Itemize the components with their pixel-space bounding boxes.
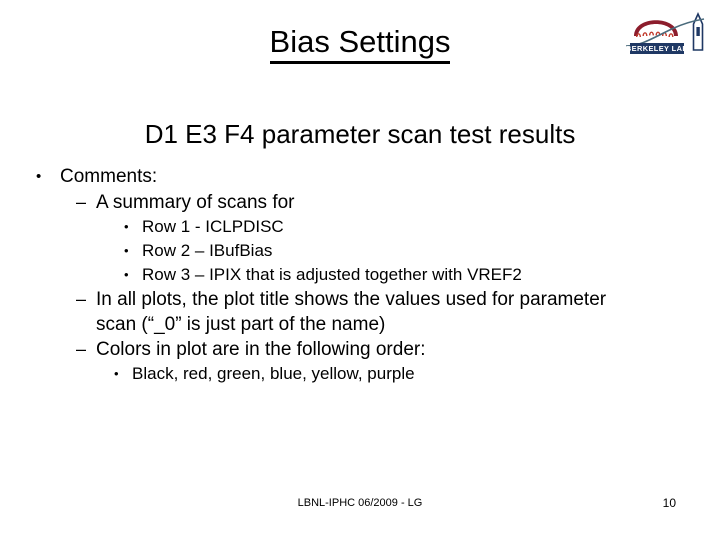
page-number: 10 bbox=[662, 496, 676, 510]
bullet-row3-label: Row 3 – IPIX that is adjusted together w… bbox=[142, 265, 522, 284]
bullet-dash-icon: – bbox=[76, 192, 87, 212]
bullet-row3: • Row 3 – IPIX that is adjusted together… bbox=[0, 263, 700, 287]
bullet-disc-icon: • bbox=[36, 168, 42, 185]
bullet-colors: – Colors in plot are in the following or… bbox=[0, 337, 700, 362]
bullet-list: • Comments: – A summary of scans for • R… bbox=[0, 164, 700, 386]
bullet-row2-label: Row 2 – IBufBias bbox=[142, 241, 273, 260]
bullet-comments-label: Comments: bbox=[60, 166, 158, 187]
bullet-disc-icon: • bbox=[124, 219, 129, 234]
bullet-row2: • Row 2 – IBufBias bbox=[0, 239, 700, 263]
slide-subtitle: D1 E3 F4 parameter scan test results bbox=[144, 119, 576, 149]
bullet-dash-icon: – bbox=[76, 289, 87, 309]
bullet-plots-line2: scan (“_0” is just part of the name) bbox=[96, 314, 386, 335]
bullet-disc-icon: • bbox=[124, 243, 129, 258]
bullet-summary-label: A summary of scans for bbox=[96, 192, 295, 213]
bullet-disc-icon: • bbox=[114, 366, 119, 381]
slide-title: Bias Settings bbox=[0, 24, 720, 64]
bullet-row1: • Row 1 - ICLPDISC bbox=[0, 215, 700, 239]
bullet-comments: • Comments: bbox=[0, 164, 700, 190]
bullet-row1-label: Row 1 - ICLPDISC bbox=[142, 217, 284, 236]
bullet-dash-icon: – bbox=[76, 339, 87, 359]
bullet-summary: – A summary of scans for bbox=[0, 190, 700, 215]
slide-canvas: BERKELEY LAB Bias Settings D1 E3 F4 para… bbox=[0, 0, 720, 540]
bullet-plots-line1: In all plots, the plot title shows the v… bbox=[96, 289, 607, 310]
bullet-plots: – In all plots, the plot title shows the… bbox=[0, 287, 700, 312]
bullet-colors-list-label: Black, red, green, blue, yellow, purple bbox=[132, 364, 415, 383]
footer-text: LBNL-IPHC 06/2009 - LG bbox=[297, 497, 423, 509]
bullet-plots-continuation: scan (“_0” is just part of the name) bbox=[0, 312, 700, 337]
bullet-disc-icon: • bbox=[124, 267, 129, 282]
slide-title-text: Bias Settings bbox=[269, 24, 451, 64]
bullet-colors-list: • Black, red, green, blue, yellow, purpl… bbox=[0, 362, 700, 386]
bullet-colors-label: Colors in plot are in the following orde… bbox=[96, 339, 426, 360]
